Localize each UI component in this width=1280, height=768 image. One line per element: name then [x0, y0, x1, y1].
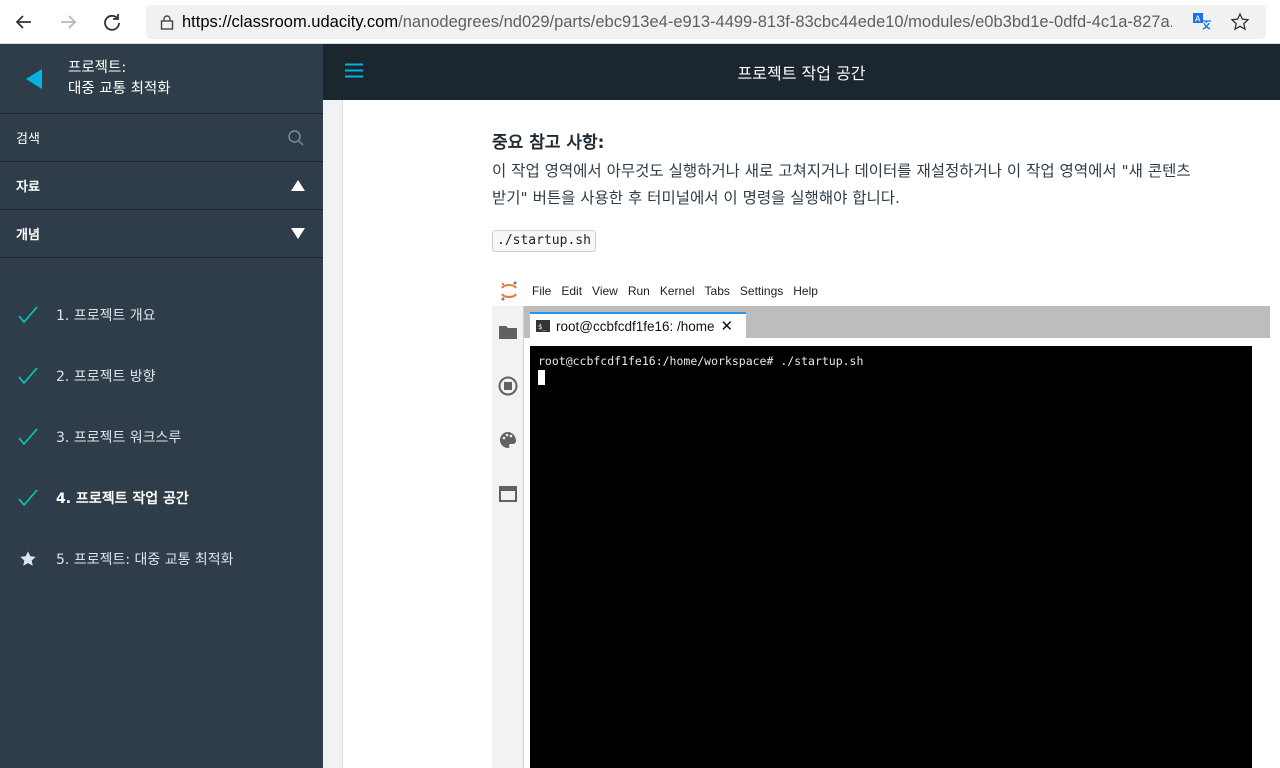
note-line-2: 받기" 버튼을 사용한 후 터미널에서 이 명령을 실행해야 합니다.	[492, 189, 900, 207]
back-button[interactable]	[4, 2, 44, 42]
forward-button[interactable]	[48, 2, 88, 42]
star-icon[interactable]	[1230, 12, 1250, 32]
menu-kernel[interactable]: Kernel	[660, 284, 695, 298]
jupyter-logo-icon	[492, 280, 526, 302]
menu-run[interactable]: Run	[628, 284, 650, 298]
note-title: 중요 참고 사항:	[492, 133, 605, 153]
concept-label: 2. 프로젝트 방향	[56, 368, 156, 385]
search-icon	[288, 129, 304, 146]
concept-label: 5. 프로젝트: 대중 교통 최적화	[56, 551, 234, 568]
sidebar-search[interactable]: 검색	[0, 114, 323, 162]
jupyter-left-sidebar	[492, 306, 524, 768]
concept-label: 1. 프로젝트 개요	[56, 307, 156, 324]
menu-tabs[interactable]: Tabs	[705, 284, 730, 298]
terminal-cursor	[538, 370, 545, 385]
concept-list: 1. 프로젝트 개요 2. 프로젝트 방향 3. 프로젝트 워크스루 4. 프로…	[0, 258, 323, 589]
sidebar-item-concept-3[interactable]: 3. 프로젝트 워크스루	[0, 406, 323, 467]
triangle-down-icon	[291, 228, 305, 239]
terminal-line: root@ccbfcdf1fe16:/home/workspace# ./sta…	[538, 354, 864, 368]
startup-command-code: ./startup.sh	[492, 230, 596, 252]
tabs-icon[interactable]	[498, 484, 518, 504]
palette-icon[interactable]	[498, 430, 518, 450]
menu-file[interactable]: File	[532, 284, 551, 298]
jupyter-menubar: File Edit View Run Kernel Tabs Settings …	[492, 276, 1270, 306]
browser-toolbar: https://classroom.udacity.com/nanodegree…	[0, 0, 1280, 44]
lock-icon	[152, 14, 182, 30]
concepts-label: 개념	[16, 228, 40, 243]
note-body: 이 작업 영역에서 아무것도 실행하거나 새로 고쳐지거나 데이터를 재설정하거…	[492, 158, 1272, 212]
concept-label: 3. 프로젝트 워크스루	[56, 429, 182, 446]
concept-label: 4. 프로젝트 작업 공간	[56, 490, 189, 507]
check-icon	[0, 366, 56, 385]
menu-view[interactable]: View	[592, 284, 618, 298]
lesson-title: 프로젝트: 대중 교통 최적화	[68, 58, 171, 100]
sidebar-concepts-toggle[interactable]: 개념	[0, 210, 323, 258]
sidebar-item-concept-4[interactable]: 4. 프로젝트 작업 공간	[0, 467, 323, 528]
lesson-title-line1: 프로젝트:	[68, 59, 127, 76]
sidebar-item-concept-2[interactable]: 2. 프로젝트 방향	[0, 345, 323, 406]
sidebar: 프로젝트: 대중 교통 최적화 검색 자료 개념 1. 프로젝트 개요 2. 프…	[0, 44, 323, 768]
triangle-up-icon	[291, 180, 305, 191]
refresh-button[interactable]	[92, 2, 132, 42]
note-line-1: 이 작업 영역에서 아무것도 실행하거나 새로 고쳐지거나 데이터를 재설정하거…	[492, 162, 1191, 180]
close-icon[interactable]: ✕	[721, 317, 734, 335]
resources-label: 자료	[16, 180, 40, 195]
sidebar-resources-toggle[interactable]: 자료	[0, 162, 323, 210]
arrow-right-icon	[61, 14, 77, 29]
svg-text:$_: $_	[538, 323, 547, 331]
check-icon	[0, 427, 56, 446]
sidebar-header: 프로젝트: 대중 교통 최적화	[0, 44, 323, 114]
triangle-left-icon	[26, 68, 42, 89]
tab-terminal[interactable]: $_ root@ccbfcdf1fe16: /home ✕	[530, 312, 746, 338]
check-icon	[0, 305, 56, 324]
running-stop-icon[interactable]	[498, 376, 518, 396]
url-domain: https://classroom.udacity.com	[182, 12, 399, 31]
terminal-screen[interactable]: root@ccbfcdf1fe16:/home/workspace# ./sta…	[530, 346, 1252, 768]
translate-icon[interactable]: A	[1192, 12, 1212, 32]
page-title: 프로젝트 작업 공간	[737, 64, 866, 83]
folder-icon[interactable]	[498, 322, 518, 342]
check-icon	[0, 488, 56, 507]
menu-edit[interactable]: Edit	[561, 284, 582, 298]
terminal-icon: $_	[536, 320, 550, 332]
jupyter-workspace: File Edit View Run Kernel Tabs Settings …	[492, 276, 1270, 768]
address-bar[interactable]: https://classroom.udacity.com/nanodegree…	[146, 5, 1266, 39]
search-label: 검색	[16, 132, 40, 147]
svg-text:A: A	[1195, 15, 1201, 24]
back-to-lesson-button[interactable]	[0, 68, 68, 90]
content-gutter	[323, 100, 343, 768]
tab-label: root@ccbfcdf1fe16: /home	[556, 318, 715, 334]
content-header: 프로젝트 작업 공간	[323, 44, 1280, 100]
sidebar-item-concept-5[interactable]: 5. 프로젝트: 대중 교통 최적화	[0, 528, 323, 589]
sidebar-item-concept-1[interactable]: 1. 프로젝트 개요	[0, 284, 323, 345]
menu-help[interactable]: Help	[793, 284, 818, 298]
url-text: https://classroom.udacity.com/nanodegree…	[182, 13, 1172, 32]
jupyter-main-area: $_ root@ccbfcdf1fe16: /home ✕ root@ccbfc…	[524, 306, 1270, 768]
arrow-left-icon	[15, 14, 31, 29]
terminal-panel: root@ccbfcdf1fe16:/home/workspace# ./sta…	[524, 338, 1270, 768]
star-filled-icon	[0, 550, 56, 568]
menu-settings[interactable]: Settings	[740, 284, 783, 298]
refresh-icon	[104, 13, 120, 31]
lesson-title-line2: 대중 교통 최적화	[68, 80, 171, 97]
url-path: /nanodegrees/nd029/parts/ebc913e4-e913-4…	[398, 12, 1172, 31]
